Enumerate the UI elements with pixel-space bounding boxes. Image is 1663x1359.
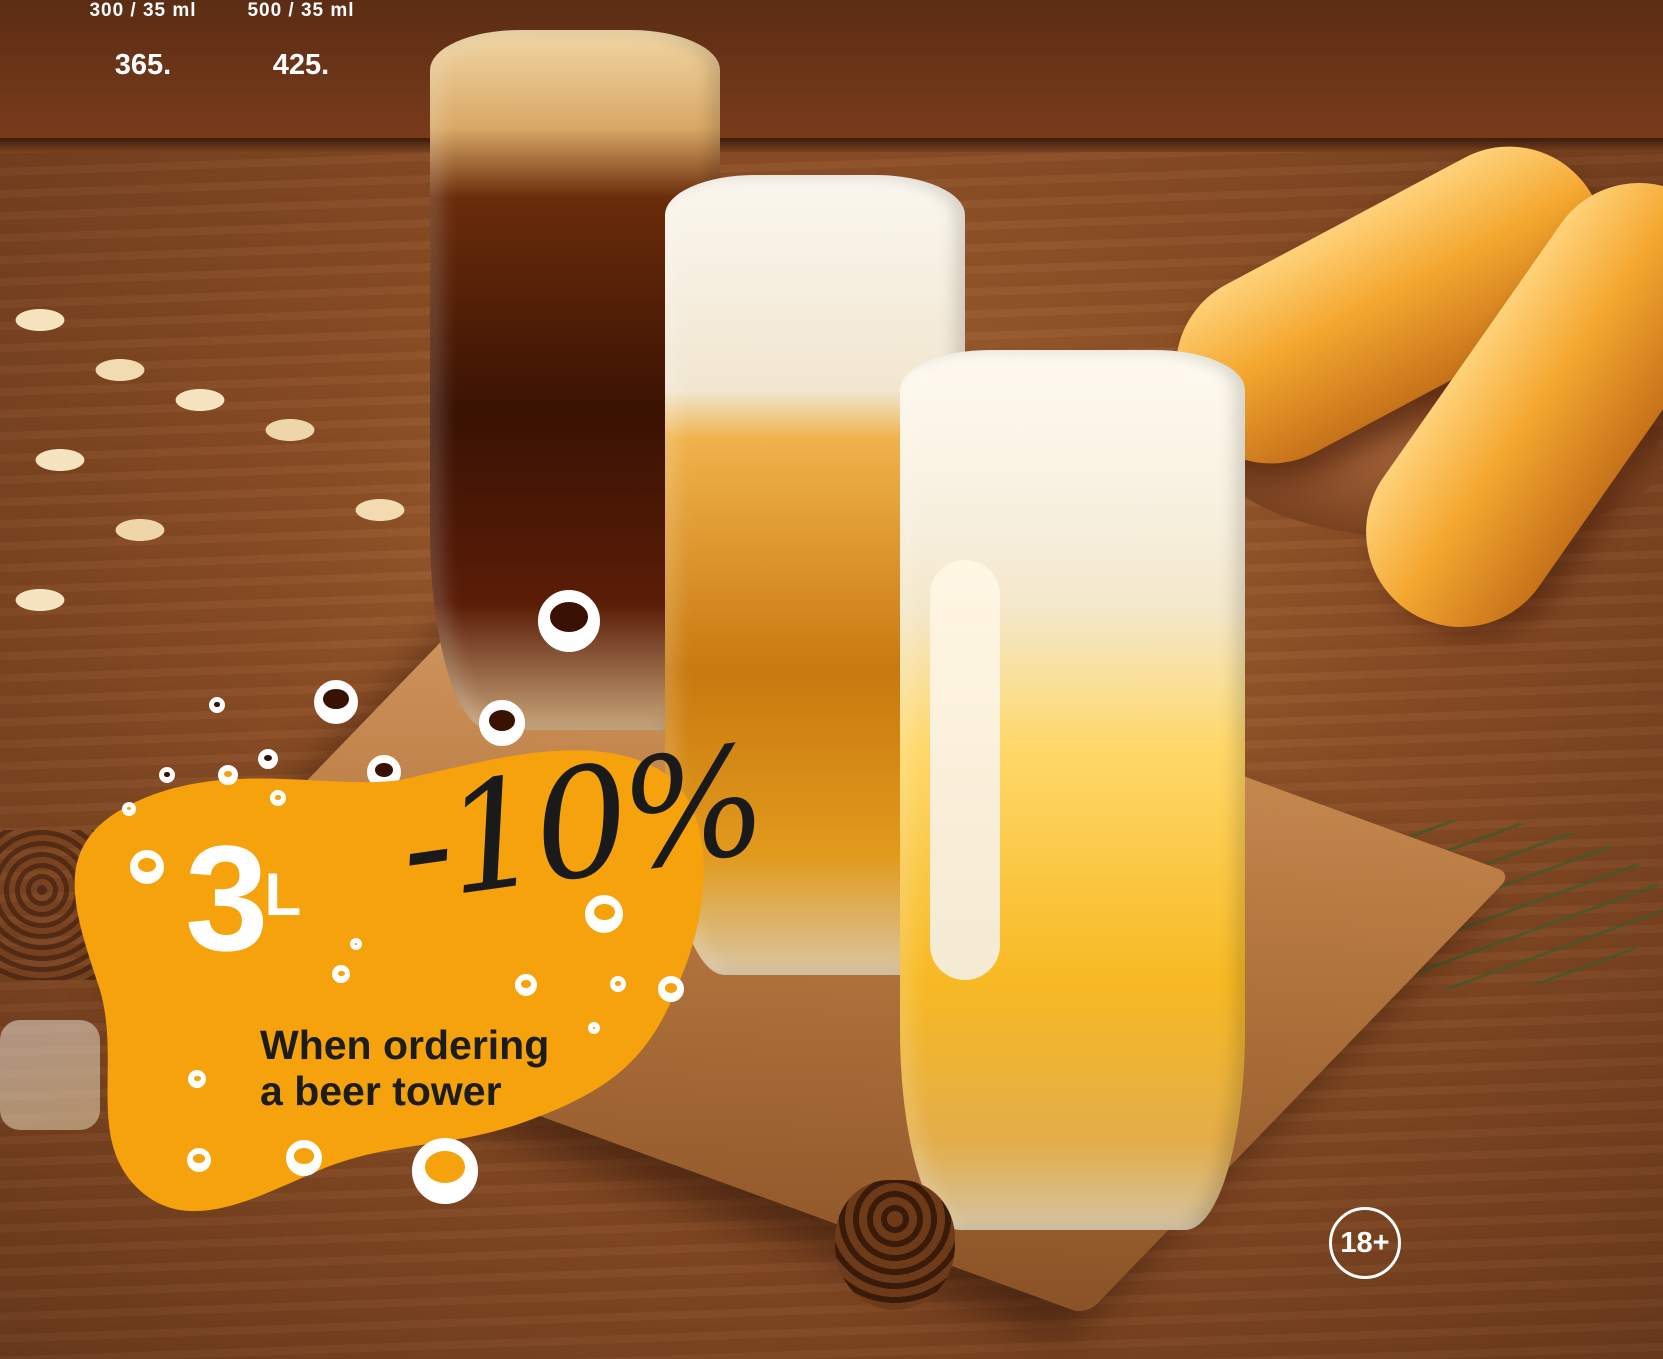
bubble-icon	[314, 680, 358, 724]
pinecone	[835, 1180, 955, 1310]
bubble-icon	[286, 1140, 322, 1176]
dried-flowers	[0, 280, 470, 660]
bubble-icon	[538, 590, 600, 652]
bubble-icon	[588, 1022, 600, 1034]
price-value: 425.	[272, 49, 330, 81]
bubble-icon	[209, 697, 225, 713]
volume-label: 300 / 35 ml	[89, 0, 197, 21]
table-edge	[0, 138, 1663, 152]
bubble-icon	[218, 765, 238, 785]
bubble-icon	[610, 976, 626, 992]
bubble-icon	[188, 1070, 206, 1088]
price-item-large: 500 / 35 ml 425.	[236, 0, 366, 82]
age-restriction-badge: 18+	[1329, 1207, 1401, 1279]
foam-drip	[930, 560, 1000, 980]
price-item-small: 300 / 35 ml 365.	[78, 0, 208, 82]
bubble-icon	[270, 790, 286, 806]
promo-line-1: When ordering	[260, 1022, 550, 1068]
bubble-icon	[412, 1138, 478, 1204]
promo-volume-unit: L	[264, 861, 302, 928]
bubble-icon	[515, 974, 537, 996]
bubble-icon	[332, 965, 350, 983]
bubble-icon	[130, 850, 164, 884]
bubble-icon	[122, 802, 136, 816]
bubble-icon	[187, 1148, 211, 1172]
promo-badge: 3L -10% When ordering a beer tower	[70, 714, 770, 1240]
bubble-icon	[658, 976, 684, 1002]
bubble-icon	[350, 938, 362, 950]
promo-line-2: a beer tower	[260, 1068, 502, 1114]
promo-description: When ordering a beer tower	[260, 1022, 640, 1114]
price-value: 365.	[114, 49, 172, 81]
volume-label: 500 / 35 ml	[247, 0, 355, 21]
promo-volume: 3L	[185, 820, 301, 973]
promo-volume-number: 3	[185, 814, 268, 982]
bubble-icon	[585, 895, 623, 933]
